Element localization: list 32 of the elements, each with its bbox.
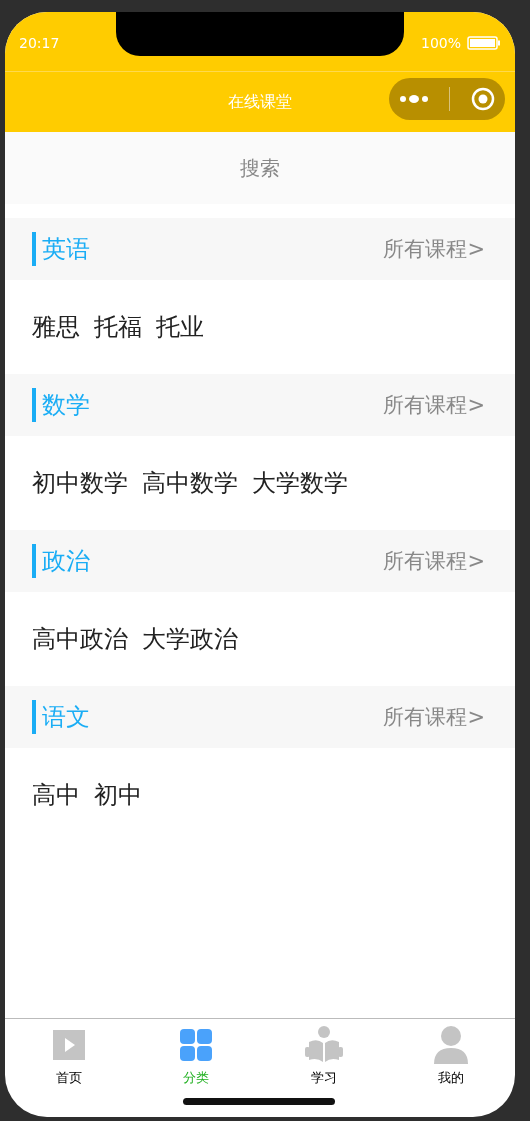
tab-item[interactable]: 首页 xyxy=(5,1019,133,1087)
course-link[interactable]: 大学政治 xyxy=(142,623,238,655)
course-link[interactable]: 高中数学 xyxy=(142,467,238,499)
course-link[interactable]: 托福 xyxy=(94,311,142,343)
reading-person-icon xyxy=(304,1026,343,1064)
course-link[interactable]: 初中数学 xyxy=(32,467,128,499)
person-icon xyxy=(434,1026,469,1064)
battery-text: 100% xyxy=(420,35,461,51)
category-title: 政治 xyxy=(32,544,90,578)
category-title: 数学 xyxy=(32,388,90,422)
course-link[interactable]: 初中 xyxy=(94,779,142,811)
category-title: 语文 xyxy=(32,700,90,734)
play-icon xyxy=(52,1030,85,1060)
grid-icon xyxy=(180,1029,213,1061)
tab-item[interactable]: 我的 xyxy=(387,1019,515,1087)
search-field[interactable]: 搜索 xyxy=(5,132,515,204)
course-link[interactable]: 大学数学 xyxy=(252,467,348,499)
tab-label: 我的 xyxy=(438,1069,465,1087)
tab-label: 学习 xyxy=(310,1069,337,1087)
battery-icon xyxy=(467,36,501,50)
course-link[interactable]: 雅思 xyxy=(32,311,80,343)
category-title: 英语 xyxy=(32,232,90,266)
course-link[interactable]: 高中 xyxy=(32,779,80,811)
close-target-icon[interactable] xyxy=(470,87,495,111)
time-text: 20:17 xyxy=(19,35,60,51)
tab-label: 首页 xyxy=(55,1069,82,1087)
more-icon[interactable] xyxy=(399,94,430,104)
course-link[interactable]: 高中政治 xyxy=(32,623,128,655)
tab-label: 分类 xyxy=(183,1069,210,1087)
course-link[interactable]: 托业 xyxy=(156,311,204,343)
page-title: 在线课堂 xyxy=(228,91,292,113)
tab-item[interactable]: 学习 xyxy=(260,1019,388,1087)
